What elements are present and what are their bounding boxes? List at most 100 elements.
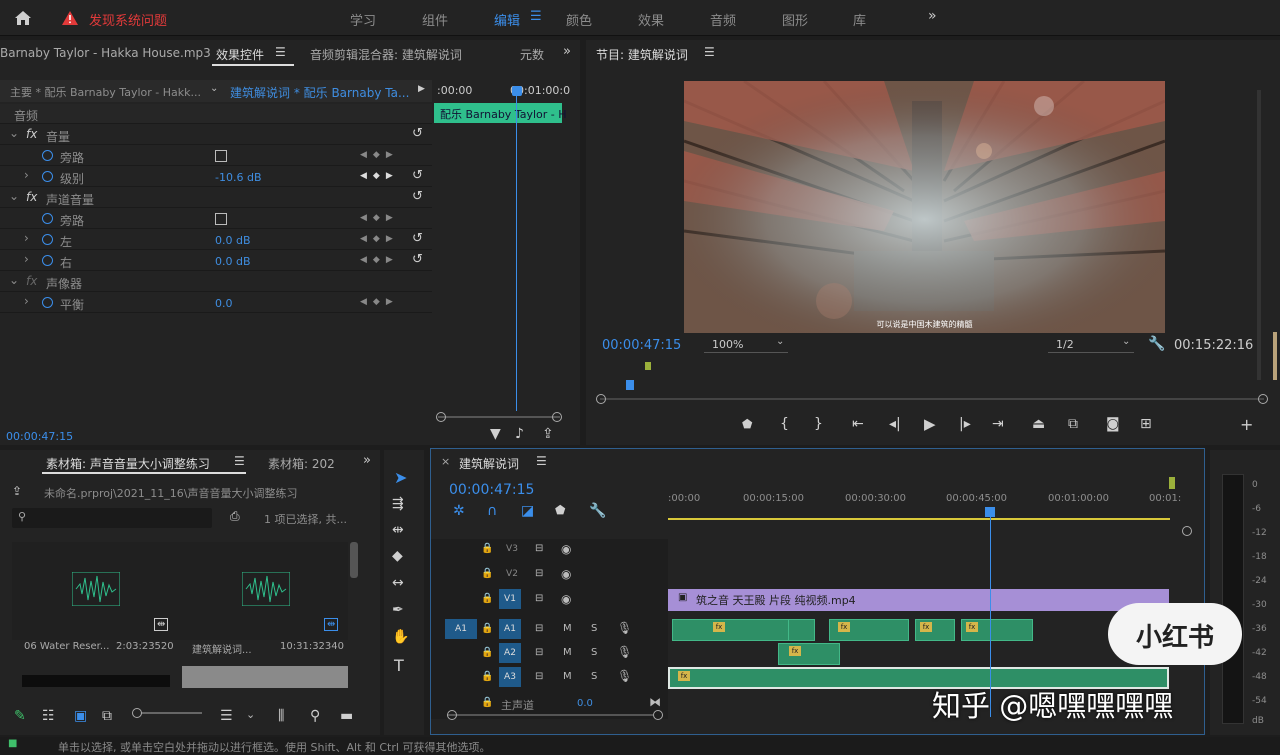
compare-icon[interactable]: ⊞ xyxy=(1140,416,1152,432)
mute-button[interactable]: M xyxy=(563,671,572,682)
left-value[interactable]: 0.0 dB xyxy=(215,234,251,247)
work-area-bar[interactable] xyxy=(668,518,1170,520)
scroll-handle-left[interactable] xyxy=(447,710,457,720)
ws-effects[interactable]: 效果 xyxy=(638,10,664,29)
playhead-head[interactable] xyxy=(985,507,995,517)
mute-button[interactable]: M xyxy=(563,647,572,658)
keyframe-nav[interactable]: ◀◆▶ xyxy=(360,171,399,181)
lock-icon[interactable]: 🔒 xyxy=(481,568,493,579)
solo-button[interactable]: S xyxy=(591,671,597,682)
audio-clip-a1[interactable]: fx xyxy=(915,619,955,641)
stopwatch-icon[interactable] xyxy=(42,255,53,266)
chevron-right-icon[interactable]: › xyxy=(24,252,29,266)
home-icon[interactable] xyxy=(14,10,32,26)
toggle-sync-icon[interactable]: ⊟ xyxy=(535,623,543,634)
lock-icon[interactable]: 🔒 xyxy=(481,697,493,708)
zoom-slider-handle[interactable] xyxy=(132,708,142,718)
filter-icon[interactable]: ▼ xyxy=(490,426,501,442)
stopwatch-icon[interactable] xyxy=(42,297,53,308)
toggle-sync-icon[interactable]: ⊟ xyxy=(535,671,543,682)
chevron-right-icon[interactable]: › xyxy=(24,168,29,182)
program-timecode[interactable]: 00:00:47:15 xyxy=(602,338,681,353)
lock-icon[interactable]: 🔒 xyxy=(481,647,493,658)
tab-metadata[interactable]: 元数 xyxy=(520,46,544,63)
camera-icon[interactable]: ◙ xyxy=(1106,416,1120,432)
balance-value[interactable]: 0.0 xyxy=(215,297,233,310)
scroll-handle-right[interactable] xyxy=(653,710,663,720)
chevron-down-icon[interactable]: ⌄ xyxy=(9,273,19,287)
selection-tool-icon[interactable]: ➤ xyxy=(394,468,407,487)
audio-clip-a2[interactable]: fx xyxy=(778,643,840,665)
lock-icon[interactable]: 🔒 xyxy=(481,623,493,634)
effect-panner-row[interactable]: ⌄ fx 声像器 xyxy=(0,272,432,292)
program-scrubber[interactable] xyxy=(600,398,1264,400)
panel-menu-icon[interactable]: ☰ xyxy=(704,45,715,59)
lock-icon[interactable]: 🔒 xyxy=(481,593,493,604)
v-scroll-top[interactable] xyxy=(1182,526,1192,536)
more-tabs-icon[interactable]: » xyxy=(363,453,371,468)
audio-clip-a1[interactable]: fx xyxy=(672,619,798,641)
stopwatch-icon[interactable] xyxy=(42,171,53,182)
right-value[interactable]: 0.0 dB xyxy=(215,255,251,268)
track-label[interactable]: A2 xyxy=(499,643,521,663)
play-arrow-icon[interactable]: ▶ xyxy=(418,84,425,94)
bin-search-input[interactable]: ⚲ xyxy=(12,508,212,528)
toggle-sync-icon[interactable]: ⊟ xyxy=(535,593,543,604)
bypass-checkbox[interactable] xyxy=(215,213,227,225)
keyframe-nav[interactable]: ◀◆▶ xyxy=(360,297,399,307)
warning-text[interactable]: 发现系统问题 xyxy=(89,10,167,29)
freeform-view-icon[interactable]: ⧉ xyxy=(102,708,112,724)
keyframe-nav[interactable]: ◀◆▶ xyxy=(360,234,399,244)
more-workspaces-icon[interactable]: » xyxy=(928,8,937,24)
go-to-end-icon[interactable]: ⧓ xyxy=(649,695,661,709)
in-point-marker[interactable] xyxy=(645,362,651,370)
more-tabs-icon[interactable]: » xyxy=(563,44,571,59)
eye-icon[interactable]: ◉ xyxy=(561,592,571,606)
panel-menu-icon[interactable]: ☰ xyxy=(234,454,245,468)
chevron-right-icon[interactable]: › xyxy=(24,294,29,308)
tab-menu-icon[interactable]: ☰ xyxy=(275,45,286,59)
keyframe-nav[interactable]: ◀◆▶ xyxy=(360,213,399,223)
ws-graphics[interactable]: 图形 xyxy=(782,10,808,29)
tab-source[interactable]: Barnaby Taylor - Hakka House.mp3 xyxy=(0,46,211,60)
ws-learn[interactable]: 学习 xyxy=(350,10,376,29)
solo-button[interactable]: S xyxy=(591,623,597,634)
list-view-icon[interactable]: ☷ xyxy=(42,708,55,724)
add-button-icon[interactable]: + xyxy=(1240,415,1253,434)
sort-icon[interactable]: ☰ xyxy=(220,708,233,724)
mini-playhead-head[interactable] xyxy=(512,86,522,96)
automate-icon[interactable]: ⫼ xyxy=(278,708,284,724)
audio-clip-a1[interactable] xyxy=(788,619,815,641)
stopwatch-icon[interactable] xyxy=(42,234,53,245)
toggle-sync-icon[interactable]: ⊟ xyxy=(535,543,543,554)
step-back-icon[interactable]: ◂| xyxy=(889,416,901,432)
chevron-down-icon[interactable]: ⌄ xyxy=(9,189,19,203)
monitor-scrollbar[interactable] xyxy=(1257,90,1261,380)
scroll-handle-left[interactable] xyxy=(436,412,446,422)
panel-menu-icon[interactable]: ☰ xyxy=(536,454,547,468)
mark-in-icon[interactable]: { xyxy=(780,416,789,432)
bin-item-thumb[interactable]: ⇹ xyxy=(12,542,182,640)
pen-icon[interactable]: ✒ xyxy=(392,602,404,618)
add-marker-icon[interactable]: ⬟ xyxy=(555,503,565,517)
reset-icon[interactable]: ↺ xyxy=(412,252,423,267)
timeline-timecode[interactable]: 00:00:47:15 xyxy=(449,482,534,498)
tab-bin-2[interactable]: 素材箱: 202 xyxy=(268,455,335,472)
wrench-icon[interactable]: 🔧 xyxy=(1148,336,1165,352)
zoom-select[interactable]: 100% ⌄ xyxy=(704,336,788,353)
sequence-clip-label[interactable]: 建筑解说词 * 配乐 Barnaby Ta... xyxy=(230,84,409,101)
go-to-out-icon[interactable]: ⇥ xyxy=(992,416,1004,432)
nest-icon[interactable]: ✲ xyxy=(453,503,465,519)
side-scroll-handle[interactable] xyxy=(1273,332,1277,380)
chevron-down-icon[interactable]: ⌄ xyxy=(246,708,255,721)
new-folder-icon[interactable]: ▬ xyxy=(340,708,353,724)
effect-volume-row[interactable]: ⌄ fx 音量 ↺ xyxy=(0,125,432,145)
linked-selection-icon[interactable]: ◪ xyxy=(521,503,534,519)
mute-button[interactable]: M xyxy=(563,623,572,634)
scrub-handle-left[interactable] xyxy=(596,394,606,404)
ws-libraries[interactable]: 库 xyxy=(853,10,866,29)
microphone-icon[interactable]: 🎙 xyxy=(617,621,632,635)
lift-icon[interactable]: ⏏ xyxy=(1032,416,1045,432)
chevron-down-icon[interactable]: ⌄ xyxy=(210,83,218,94)
scrub-handle-right[interactable] xyxy=(1258,394,1268,404)
